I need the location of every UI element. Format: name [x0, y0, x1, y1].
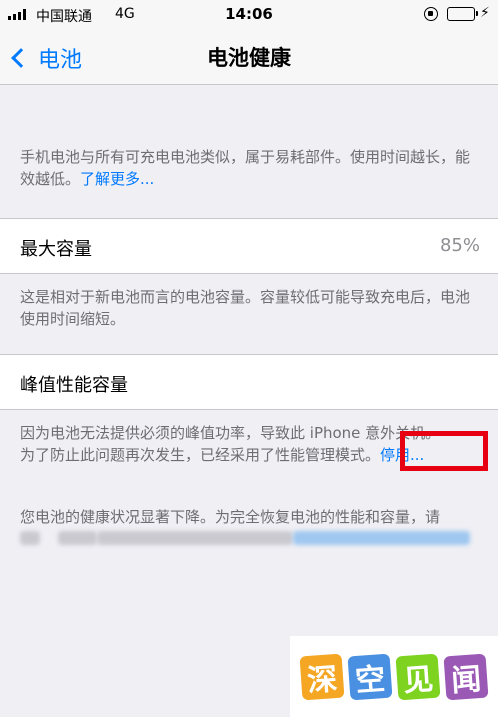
- learn-more-link[interactable]: 了解更多...: [80, 170, 154, 188]
- watermark-char: 空: [347, 653, 393, 700]
- intro-text: 手机电池与所有可充电电池类似，属于易耗部件。使用时间越长，能效越低。了解更多..…: [20, 146, 482, 190]
- status-bar: 中国联通 4G 14:06 ⚡: [0, 0, 498, 30]
- max-capacity-label: 最大容量: [20, 239, 92, 260]
- page-title: 电池健康: [207, 46, 291, 70]
- highlight-annotation: [400, 431, 488, 471]
- peak-performance-label: 峰值性能容量: [20, 375, 128, 396]
- health-warning-line1: 您电池的健康状况显著下降。为完全恢复电池的性能和容量，请: [20, 508, 441, 526]
- charging-icon: ⚡: [480, 5, 490, 21]
- watermark-char: 闻: [443, 653, 489, 700]
- max-capacity-footer: 这是相对于新电池而言的电池容量。容量较低可能导致充电后，电池使用时间缩短。: [20, 288, 471, 328]
- health-warning-blurred: [20, 528, 470, 548]
- watermark-logo: 深 空 见 闻: [290, 636, 498, 717]
- orientation-lock-icon: [424, 7, 438, 21]
- navigation-bar: 电池 电池健康: [0, 30, 498, 85]
- battery-icon: [447, 7, 478, 21]
- watermark-char: 深: [299, 653, 345, 700]
- peak-performance-cell: 峰值性能容量: [0, 354, 498, 410]
- max-capacity-cell: 最大容量 85%: [0, 218, 498, 274]
- max-capacity-value: 85%: [439, 235, 480, 256]
- watermark-char: 见: [395, 653, 441, 700]
- peak-footer-line2-text: 为了防止此问题再次发生，已经采用了性能管理模式。: [20, 446, 381, 464]
